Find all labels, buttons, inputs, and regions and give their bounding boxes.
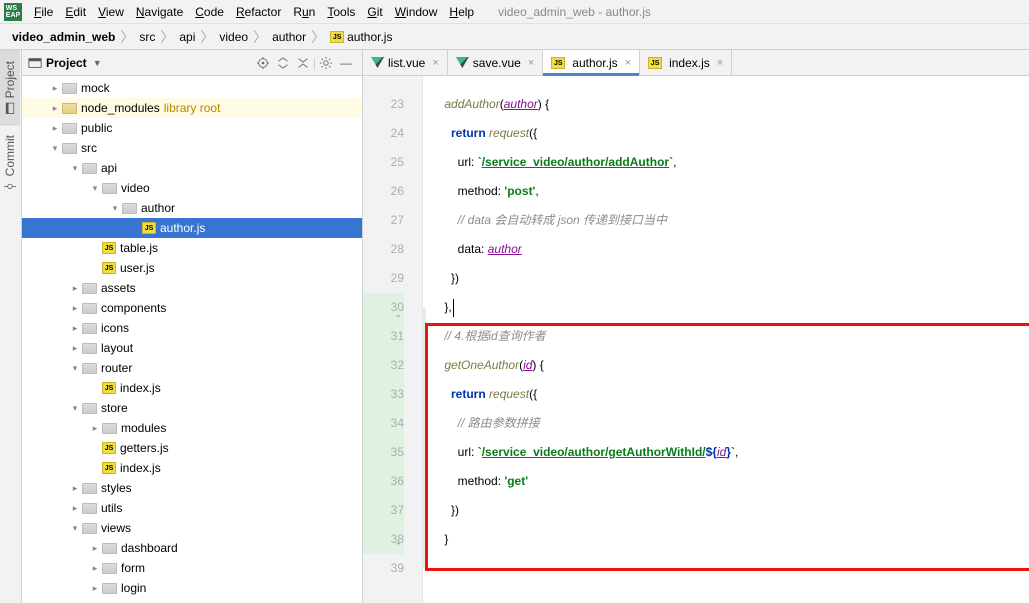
tree-folder[interactable]: ▸form xyxy=(22,558,362,578)
tree-folder[interactable]: ▸login xyxy=(22,578,362,598)
code-text[interactable]: addAuthor(author) { return request({ url… xyxy=(423,76,1029,603)
crumb-author[interactable]: author xyxy=(268,30,310,44)
fold-icon[interactable]: ⌃ xyxy=(393,532,402,541)
tab-author-js[interactable]: JSauthor.js× xyxy=(543,50,640,75)
fold-icon[interactable]: ⌄ xyxy=(393,300,402,309)
tree-folder[interactable]: ▸modules xyxy=(22,418,362,438)
menu-edit[interactable]: Edit xyxy=(59,5,92,19)
gear-icon[interactable] xyxy=(316,53,336,73)
js-icon: JS xyxy=(102,442,116,454)
tree-folder[interactable]: ▸mock xyxy=(22,78,362,98)
tree-folder[interactable]: ▾video xyxy=(22,178,362,198)
hide-icon[interactable]: — xyxy=(336,53,356,73)
menu-window[interactable]: Window xyxy=(389,5,444,19)
tree-file[interactable]: JSindex.js xyxy=(22,378,362,398)
project-icon xyxy=(28,56,42,70)
tree-folder[interactable]: ▸utils xyxy=(22,498,362,518)
tool-rail: Project Commit xyxy=(0,50,22,603)
rail-project[interactable]: Project xyxy=(0,50,20,124)
ide-logo: WSEAP xyxy=(4,3,22,21)
crumb-video[interactable]: video xyxy=(215,30,252,44)
js-icon: JS xyxy=(551,57,565,69)
tab-list-vue[interactable]: list.vue× xyxy=(363,50,448,75)
menu-git[interactable]: Git xyxy=(361,5,388,19)
tree-folder[interactable]: ▸styles xyxy=(22,478,362,498)
collapse-all-icon[interactable] xyxy=(293,53,313,73)
tree-folder[interactable]: ▾src xyxy=(22,138,362,158)
tree-folder[interactable]: ▾views xyxy=(22,518,362,538)
tree-file[interactable]: JSindex.js xyxy=(22,458,362,478)
tree-folder[interactable]: ▾store xyxy=(22,398,362,418)
menu-refactor[interactable]: Refactor xyxy=(230,5,287,19)
editor-area: list.vue× save.vue× JSauthor.js× JSindex… xyxy=(363,50,1029,603)
expand-all-icon[interactable] xyxy=(273,53,293,73)
tree-folder[interactable]: ▸assets xyxy=(22,278,362,298)
menu-file[interactable]: File xyxy=(28,5,59,19)
js-icon: JS xyxy=(102,382,116,394)
tree-folder[interactable]: ▸dashboard xyxy=(22,538,362,558)
gutter[interactable]: 23242526272829 30⌄ 3132333435363738⌃ 39 xyxy=(363,76,423,603)
close-icon[interactable]: × xyxy=(528,57,534,69)
close-icon[interactable]: × xyxy=(717,57,723,69)
js-icon: JS xyxy=(648,57,662,69)
close-icon[interactable]: × xyxy=(625,57,631,69)
crumb-api[interactable]: api xyxy=(175,30,199,44)
menu-navigate[interactable]: Navigate xyxy=(130,5,189,19)
locate-icon[interactable] xyxy=(253,53,273,73)
vue-icon xyxy=(371,57,384,68)
project-header-label[interactable]: Project▼ xyxy=(28,56,102,70)
crumb-src[interactable]: src xyxy=(135,30,159,44)
tree-folder[interactable]: ▾router xyxy=(22,358,362,378)
project-tree[interactable]: ▸mock ▸node_moduleslibrary root ▸public … xyxy=(22,76,362,603)
tree-folder[interactable]: ▸icons xyxy=(22,318,362,338)
tree-folder[interactable]: ▸node_moduleslibrary root xyxy=(22,98,362,118)
vue-icon xyxy=(456,57,469,68)
menu-bar: WSEAP File Edit View Navigate Code Refac… xyxy=(0,0,1029,24)
menu-tools[interactable]: Tools xyxy=(321,5,361,19)
commit-icon xyxy=(4,181,16,193)
tree-folder[interactable]: ▸layout xyxy=(22,338,362,358)
menu-view[interactable]: View xyxy=(92,5,130,19)
breadcrumb: video_admin_web〉 src〉 api〉 video〉 author… xyxy=(0,24,1029,50)
tree-file[interactable]: JSgetters.js xyxy=(22,438,362,458)
tree-file-selected[interactable]: JSauthor.js xyxy=(22,218,362,238)
code-editor[interactable]: 23242526272829 30⌄ 3132333435363738⌃ 39 … xyxy=(363,76,1029,603)
window-title: video_admin_web - author.js xyxy=(498,5,651,19)
crumb-file[interactable]: JSauthor.js xyxy=(326,30,396,44)
menu-code[interactable]: Code xyxy=(189,5,230,19)
tab-save-vue[interactable]: save.vue× xyxy=(448,50,543,75)
rail-commit[interactable]: Commit xyxy=(0,124,20,202)
js-icon: JS xyxy=(142,222,156,234)
tree-file[interactable]: JSuser.js xyxy=(22,258,362,278)
tree-folder[interactable]: ▸components xyxy=(22,298,362,318)
editor-tabs: list.vue× save.vue× JSauthor.js× JSindex… xyxy=(363,50,1029,76)
tree-folder[interactable]: ▸public xyxy=(22,118,362,138)
project-icon xyxy=(4,102,16,114)
js-icon: JS xyxy=(102,262,116,274)
tree-file[interactable]: JStable.js xyxy=(22,238,362,258)
tree-folder[interactable]: ▾api xyxy=(22,158,362,178)
crumb-project[interactable]: video_admin_web xyxy=(8,30,119,44)
js-icon: JS xyxy=(330,31,344,43)
js-icon: JS xyxy=(102,462,116,474)
close-icon[interactable]: × xyxy=(432,57,438,69)
tab-index-js[interactable]: JSindex.js× xyxy=(640,50,732,75)
project-header: Project▼ | — xyxy=(22,50,362,76)
menu-run[interactable]: Run xyxy=(287,5,321,19)
menu-help[interactable]: Help xyxy=(443,5,480,19)
tree-folder[interactable]: ▾author xyxy=(22,198,362,218)
project-panel: Project▼ | — ▸mock ▸node_moduleslibrary … xyxy=(22,50,363,603)
js-icon: JS xyxy=(102,242,116,254)
